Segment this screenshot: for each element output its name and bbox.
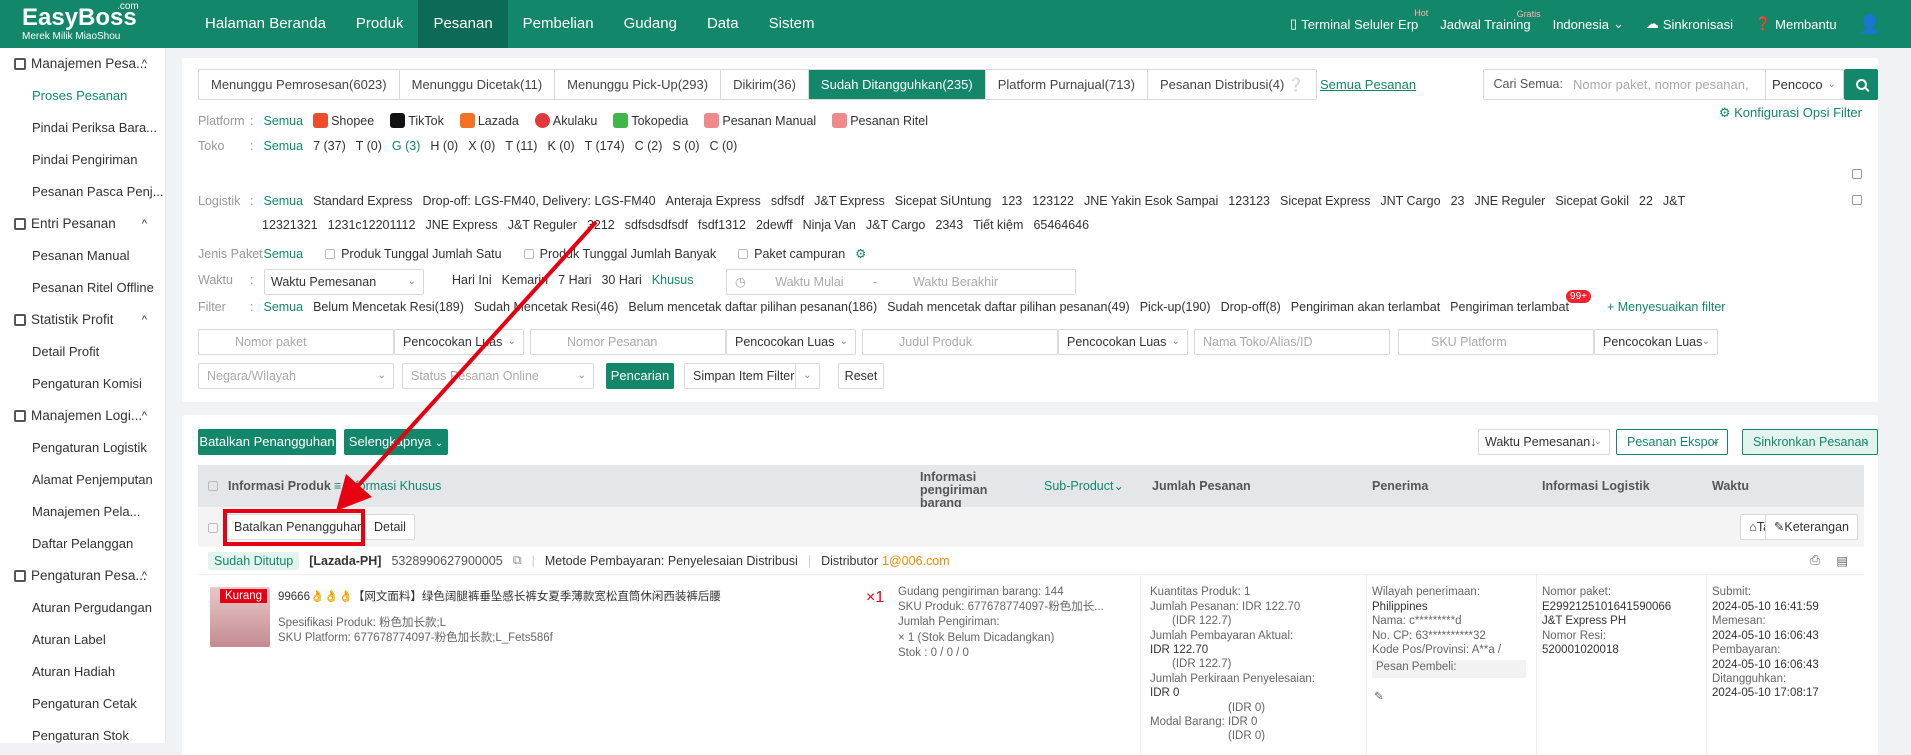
annotation-arrow bbox=[336, 220, 598, 511]
